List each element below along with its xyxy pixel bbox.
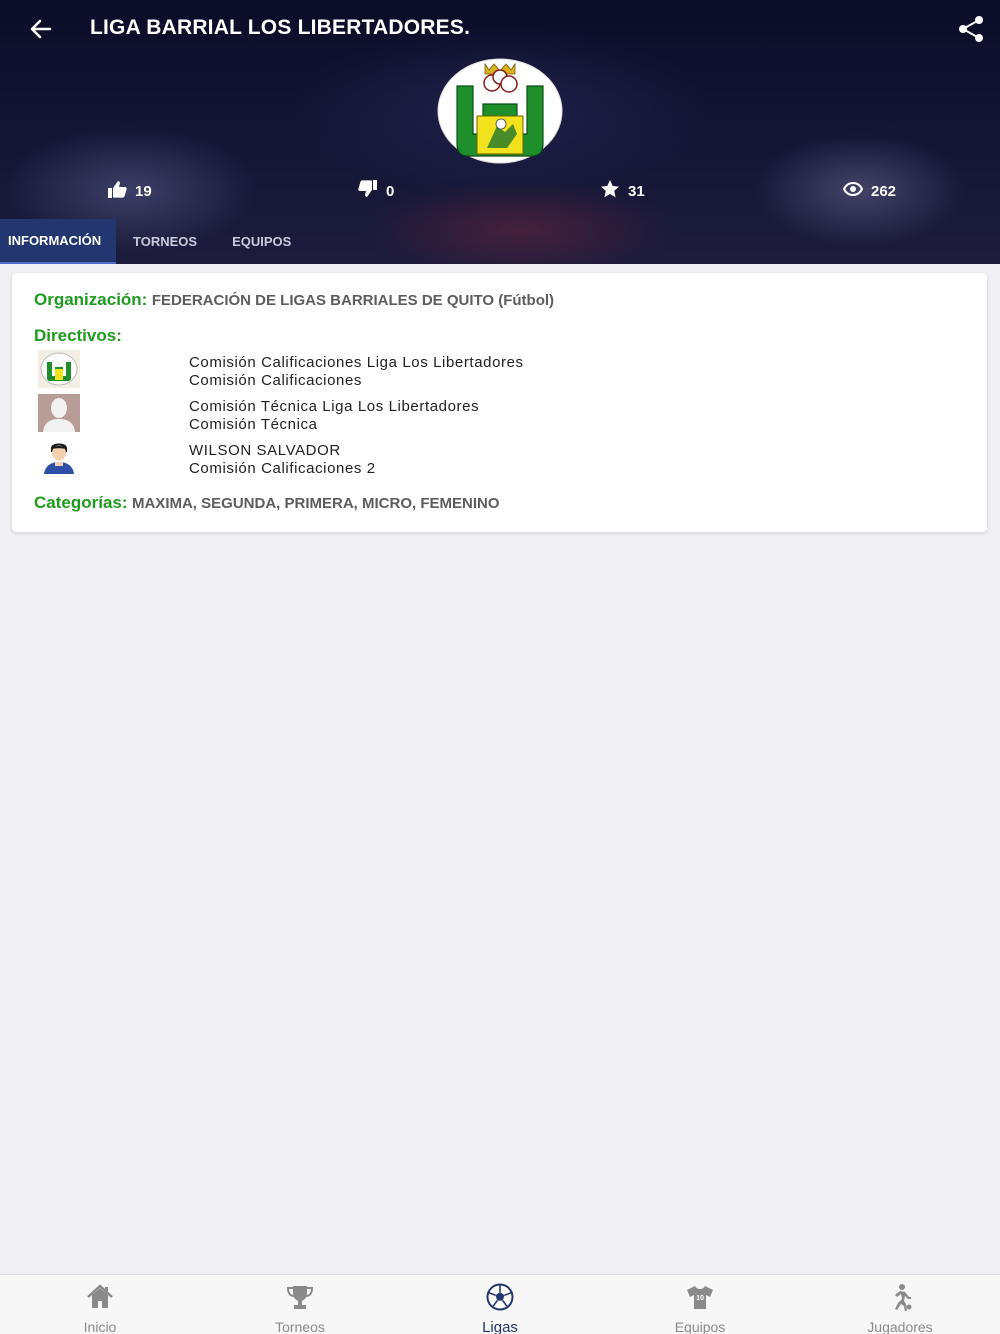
arrow-left-icon[interactable]: [24, 12, 58, 46]
directivos-label: Directivos:: [34, 326, 122, 345]
page-title: LIGA BARRIAL LOS LIBERTADORES.: [90, 16, 471, 39]
directivo-item[interactable]: WILSON SALVADOR Comisión Calificaciones …: [38, 438, 938, 480]
trophy-icon: [285, 1283, 315, 1316]
organization-label: Organización:: [34, 290, 148, 309]
favorites-stat[interactable]: 31: [600, 180, 645, 202]
league-header: LIGA BARRIAL LOS LIBERTADORES. 19 0 31 2…: [0, 0, 1000, 264]
nav-jugadores[interactable]: Jugadores: [800, 1275, 1000, 1334]
nav-label: Jugadores: [867, 1319, 933, 1334]
eye-icon: [842, 179, 864, 203]
organization-row: Organización: FEDERACIÓN DE LIGAS BARRIA…: [34, 290, 554, 310]
avatar: [38, 394, 80, 432]
directivo-item[interactable]: Comisión Calificaciones Liga Los Liberta…: [38, 350, 938, 392]
dislikes-count: 0: [386, 182, 395, 200]
directivo-name: Comisión Calificaciones Liga Los Liberta…: [189, 354, 524, 371]
jersey-icon: 10: [685, 1283, 715, 1316]
directivo-role: Comisión Técnica: [189, 416, 318, 433]
categories-label: Categorías:: [34, 493, 128, 512]
nav-label: Inicio: [83, 1319, 117, 1334]
bottom-nav: Inicio Torneos Ligas 10 Equipos Jugadore…: [0, 1274, 1000, 1334]
directivo-name: Comisión Técnica Liga Los Libertadores: [189, 398, 480, 415]
views-count: 262: [871, 182, 897, 200]
categories-row: Categorías: MAXIMA, SEGUNDA, PRIMERA, MI…: [34, 493, 500, 513]
info-card: Organización: FEDERACIÓN DE LIGAS BARRIA…: [12, 273, 987, 532]
tab-torneos[interactable]: TORNEOS: [116, 219, 214, 264]
likes-stat[interactable]: 19: [107, 180, 152, 202]
tab-bar: INFORMACIÓN TORNEOS EQUIPOS: [0, 219, 308, 264]
star-icon: [600, 179, 620, 203]
league-logo: [437, 58, 563, 164]
views-stat: 262: [842, 179, 897, 203]
directivo-role: Comisión Calificaciones: [189, 372, 363, 389]
organization-value: FEDERACIÓN DE LIGAS BARRIALES DE QUITO (…: [151, 292, 555, 309]
favorites-count: 31: [628, 182, 645, 200]
avatar: [38, 350, 80, 388]
tab-informacion[interactable]: INFORMACIÓN: [0, 219, 116, 264]
thumbs-down-icon: [358, 179, 378, 203]
nav-label: Torneos: [275, 1319, 325, 1334]
avatar: [38, 438, 80, 476]
likes-count: 19: [135, 182, 152, 200]
player-icon: [885, 1283, 915, 1316]
directivo-role: Comisión Calificaciones 2: [189, 460, 376, 477]
nav-ligas[interactable]: Ligas: [400, 1275, 600, 1334]
thumbs-up-icon: [107, 179, 127, 203]
directivo-item[interactable]: Comisión Técnica Liga Los Libertadores C…: [38, 394, 938, 436]
nav-label: Equipos: [674, 1319, 726, 1334]
nav-inicio[interactable]: Inicio: [0, 1275, 200, 1334]
svg-text:10: 10: [696, 1295, 704, 1302]
nav-label: Ligas: [482, 1319, 518, 1334]
soccer-ball-icon: [485, 1283, 515, 1316]
nav-equipos[interactable]: 10 Equipos: [600, 1275, 800, 1334]
dislikes-stat[interactable]: 0: [358, 180, 394, 202]
categories-value: MAXIMA, SEGUNDA, PRIMERA, MICRO, FEMENIN…: [131, 495, 500, 512]
share-icon[interactable]: [956, 14, 986, 44]
tab-equipos[interactable]: EQUIPOS: [214, 219, 308, 264]
home-icon: [85, 1283, 115, 1316]
directivo-name: WILSON SALVADOR: [189, 442, 341, 459]
nav-torneos[interactable]: Torneos: [200, 1275, 400, 1334]
